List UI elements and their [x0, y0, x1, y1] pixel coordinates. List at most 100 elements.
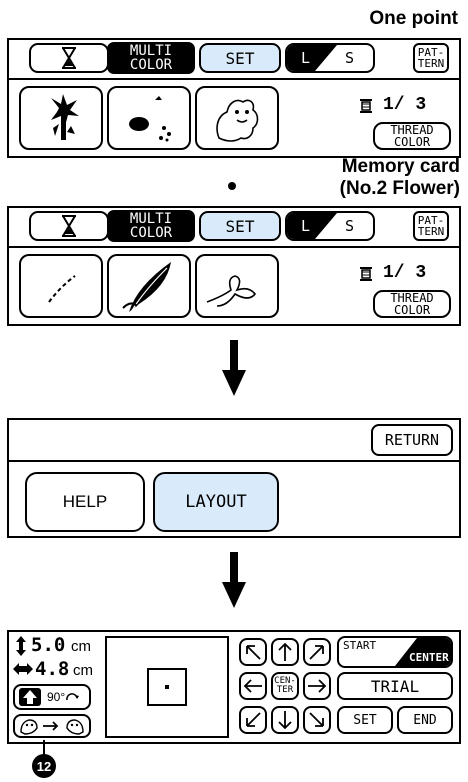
size-toggle-shape — [287, 45, 337, 71]
height-unit: cm — [71, 638, 91, 655]
hourglass-icon — [62, 215, 76, 237]
help-button[interactable]: HELP — [25, 472, 145, 532]
down-arrow-icon — [222, 340, 246, 396]
palm-tree-icon — [51, 94, 79, 140]
end-label: END — [413, 712, 437, 728]
arrow-left-icon — [243, 679, 262, 693]
size-toggle-shape — [287, 213, 337, 239]
thread-count: 1/ 3 — [383, 263, 427, 283]
thread-count: 1/ 3 — [383, 95, 427, 115]
set-button[interactable]: SET — [199, 211, 281, 241]
embroidery-frame-preview — [105, 636, 229, 738]
multi-label: MULTI — [129, 43, 173, 59]
divider — [9, 246, 459, 248]
move-right-button[interactable] — [303, 672, 331, 700]
rotate-button[interactable]: 90° — [13, 684, 91, 710]
thread-color-button[interactable]: THREAD COLOR — [373, 290, 451, 318]
menu-panel: RETURN HELP LAYOUT — [7, 418, 461, 538]
center-line2: TER — [276, 685, 294, 695]
trial-button[interactable]: TRIAL — [337, 672, 453, 700]
pattern-cell-2[interactable] — [107, 86, 191, 150]
hourglass-icon — [62, 47, 76, 69]
center-label: CENTER — [409, 651, 449, 664]
set-label: SET — [353, 712, 377, 728]
multi-color-button[interactable]: MULTI COLOR — [107, 210, 195, 242]
thread-color-button[interactable]: THREAD COLOR — [373, 122, 451, 150]
rotate-icon — [66, 693, 80, 701]
pattern-outline — [147, 668, 187, 706]
size-toggle[interactable]: L S — [285, 211, 375, 241]
divider — [9, 78, 459, 80]
down-arrow-icon — [222, 552, 246, 608]
arrow-down-left-icon — [246, 712, 261, 727]
spool-icon — [360, 267, 372, 281]
start-label: START — [343, 639, 377, 652]
stem-stroke-icon — [48, 275, 76, 303]
arrow-up-right-icon — [309, 645, 324, 660]
start-center-button[interactable]: START CENTER — [337, 636, 453, 668]
arrow-up-left-icon — [246, 645, 261, 660]
rotate-label: 90° — [47, 690, 66, 704]
pattern-cell-3[interactable] — [195, 254, 279, 318]
layout-panel: 5.0 cm 4.8 cm 90° CEN- TER START CENTER … — [7, 630, 461, 744]
leaf-icon — [122, 262, 171, 313]
multi-label: MULTI — [129, 211, 173, 227]
move-up-button[interactable] — [271, 638, 299, 666]
return-button[interactable]: RETURN — [371, 424, 453, 456]
move-down-button[interactable] — [271, 706, 299, 734]
s-label: S — [345, 217, 355, 235]
pattern-cell-2[interactable] — [107, 254, 191, 318]
end-button[interactable]: END — [397, 706, 453, 734]
one-point-panel: MULTI COLOR SET L S PAT- TERN 1/ 3 THREA… — [7, 38, 461, 158]
layout-button[interactable]: LAYOUT — [153, 472, 279, 532]
move-up-left-button[interactable] — [239, 638, 267, 666]
up-arrow-icon — [19, 688, 41, 706]
layout-label: LAYOUT — [185, 492, 247, 512]
help-label: HELP — [62, 492, 108, 511]
trial-label: TRIAL — [370, 676, 420, 696]
set-button[interactable]: SET — [337, 706, 393, 734]
arrow-up-icon — [278, 642, 292, 661]
callout-badge: 12 — [32, 754, 56, 778]
color-label: COLOR — [129, 57, 173, 73]
flower-petal-icon — [206, 275, 257, 307]
pattern-cell-1[interactable] — [19, 86, 103, 150]
size-toggle[interactable]: L S — [285, 43, 375, 73]
center-point — [165, 685, 169, 689]
move-down-left-button[interactable] — [239, 706, 267, 734]
arrow-down-icon — [278, 711, 292, 730]
pattern-line2: TERN — [417, 225, 445, 238]
set-label: SET — [225, 216, 255, 236]
set-label: SET — [225, 48, 255, 68]
mirror-button[interactable] — [13, 714, 91, 738]
center-button[interactable]: CEN- TER — [271, 672, 299, 700]
pattern-line2: TERN — [417, 57, 445, 70]
hourglass-button[interactable] — [29, 43, 109, 73]
move-up-right-button[interactable] — [303, 638, 331, 666]
pattern-button[interactable]: PAT- TERN — [413, 43, 449, 73]
vertical-size-icon — [16, 636, 26, 656]
color-label: COLOR — [129, 225, 173, 241]
l-label: L — [301, 49, 311, 67]
move-down-right-button[interactable] — [303, 706, 331, 734]
dog-icon — [216, 99, 259, 142]
set-button[interactable]: SET — [199, 43, 281, 73]
divider — [9, 460, 459, 462]
height-value: 5.0 — [31, 634, 66, 656]
pattern-button[interactable]: PAT- TERN — [413, 211, 449, 241]
pattern-cell-3[interactable] — [195, 86, 279, 150]
width-unit: cm — [73, 662, 93, 679]
memory-card-panel: MULTI COLOR SET L S PAT- TERN 1/ 3 THREA… — [7, 206, 461, 326]
color-label: COLOR — [393, 135, 431, 149]
memory-card-sublabel: (No.2 Flower) — [339, 178, 460, 199]
horizontal-size-icon — [13, 663, 33, 675]
pattern-cell-1[interactable] — [19, 254, 103, 318]
move-left-button[interactable] — [239, 672, 267, 700]
one-point-label: One point — [369, 8, 458, 29]
hourglass-button[interactable] — [29, 211, 109, 241]
l-label: L — [301, 217, 311, 235]
mirror-icon — [20, 719, 84, 735]
multi-color-button[interactable]: MULTI COLOR — [107, 42, 195, 74]
arrow-down-right-icon — [309, 712, 324, 727]
motif-icon — [129, 96, 171, 142]
